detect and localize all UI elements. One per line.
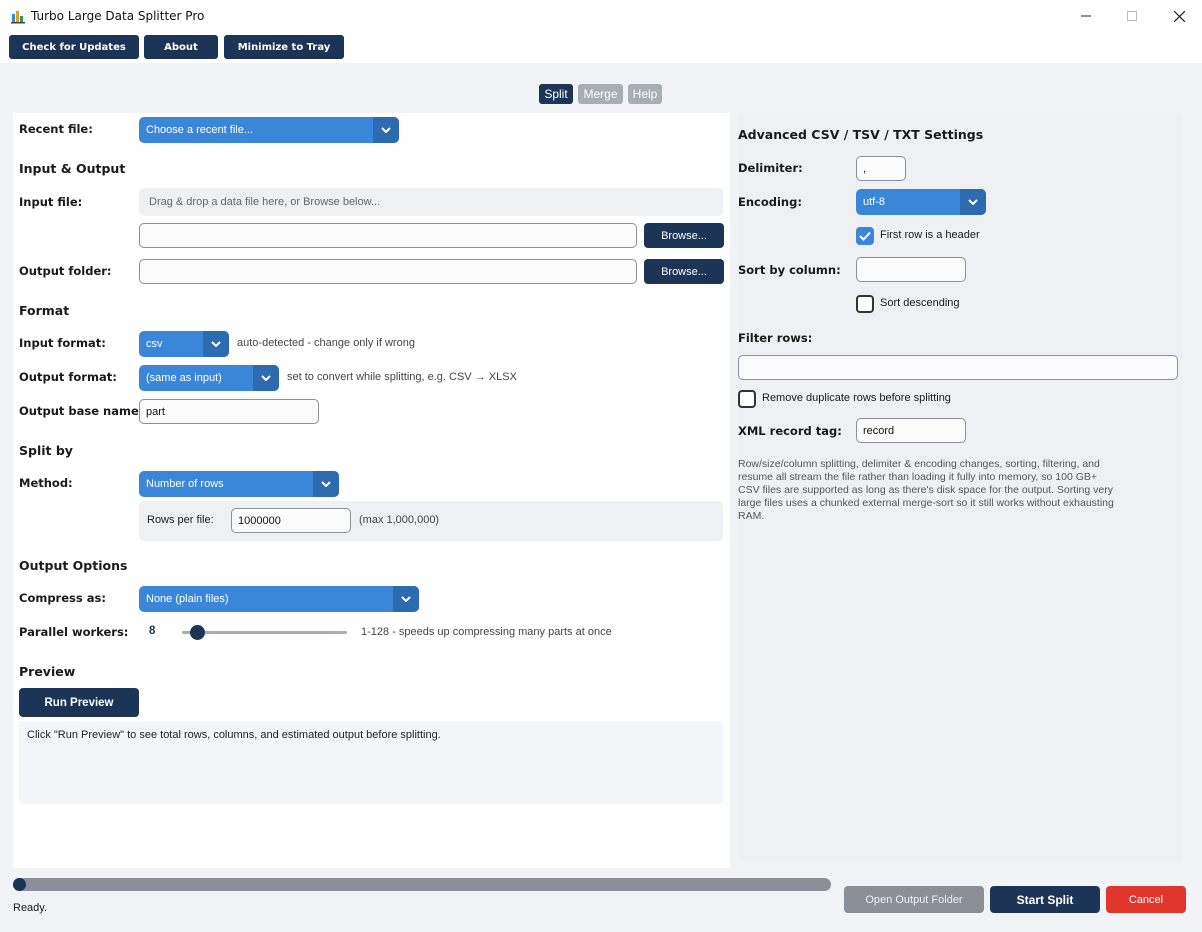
minimize-icon: [1081, 15, 1091, 17]
rows-per-file-label: Rows per file:: [147, 514, 214, 526]
minimize-window-button[interactable]: [1063, 0, 1109, 32]
cancel-button[interactable]: Cancel: [1106, 886, 1186, 913]
recent-file-select[interactable]: Choose a recent file...: [139, 117, 399, 143]
start-split-button[interactable]: Start Split: [990, 886, 1100, 913]
chevron-down-icon: [313, 471, 339, 497]
encoding-select[interactable]: utf-8: [856, 189, 986, 215]
rows-per-file-hint: (max 1,000,000): [359, 514, 440, 526]
progress-bar: [13, 878, 831, 891]
tab-split[interactable]: Split: [539, 84, 573, 104]
split-by-heading: Split by: [19, 443, 73, 458]
compress-value: None (plain files): [146, 593, 229, 605]
compress-label: Compress as:: [19, 591, 106, 605]
filter-rows-field[interactable]: [738, 355, 1178, 380]
browse-output-button[interactable]: Browse...: [644, 259, 724, 284]
advanced-settings-heading: Advanced CSV / TSV / TXT Settings: [738, 127, 984, 142]
delimiter-field[interactable]: ,: [856, 156, 906, 181]
sort-descending-checkbox[interactable]: [856, 295, 874, 313]
parallel-workers-value: 8: [149, 625, 156, 637]
sort-column-label: Sort by column:: [738, 263, 841, 277]
tab-help[interactable]: Help: [628, 84, 662, 104]
output-base-field[interactable]: part: [139, 399, 319, 424]
input-file-field[interactable]: [139, 223, 637, 248]
input-format-value: csv: [146, 338, 163, 350]
progress-indicator: [13, 878, 26, 891]
chevron-down-icon: [960, 189, 986, 215]
close-icon: [1173, 10, 1185, 22]
browse-input-button[interactable]: Browse...: [644, 223, 724, 248]
header-checkbox[interactable]: [856, 227, 874, 245]
sort-descending-label: Sort descending: [880, 297, 960, 309]
checkmark-icon: [859, 231, 871, 241]
open-output-folder-button[interactable]: Open Output Folder: [844, 886, 984, 913]
parallel-workers-hint: 1-128 - speeds up compressing many parts…: [361, 626, 612, 638]
check-updates-button[interactable]: Check for Updates: [9, 35, 139, 59]
run-preview-button[interactable]: Run Preview: [19, 688, 139, 717]
delimiter-label: Delimiter:: [738, 161, 803, 175]
input-file-label: Input file:: [19, 195, 83, 209]
drop-zone[interactable]: Drag & drop a data file here, or Browse …: [139, 188, 723, 216]
output-format-value: (same as input): [146, 372, 222, 384]
format-heading: Format: [19, 303, 70, 318]
chevron-down-icon: [373, 117, 399, 143]
method-label: Method:: [19, 476, 73, 490]
output-base-label: Output base name:: [19, 404, 144, 418]
output-folder-label: Output folder:: [19, 264, 112, 278]
input-format-select[interactable]: csv: [139, 331, 229, 357]
chevron-down-icon: [253, 365, 279, 391]
maximize-icon: [1127, 11, 1137, 21]
dedupe-checkbox[interactable]: [738, 390, 756, 408]
input-output-heading: Input & Output: [19, 161, 126, 176]
tab-merge[interactable]: Merge: [578, 84, 623, 104]
method-value: Number of rows: [146, 478, 224, 490]
dedupe-label: Remove duplicate rows before splitting: [762, 392, 951, 404]
output-options-heading: Output Options: [19, 558, 128, 573]
window-title: Turbo Large Data Splitter Pro: [31, 9, 205, 23]
method-select[interactable]: Number of rows: [139, 471, 339, 497]
advanced-info-text: Row/size/column splitting, delimiter & e…: [738, 458, 1114, 522]
minimize-tray-button[interactable]: Minimize to Tray: [224, 35, 344, 59]
app-logo-icon: [11, 11, 25, 24]
filter-rows-label: Filter rows:: [738, 331, 813, 345]
chevron-down-icon: [393, 586, 419, 612]
close-window-button[interactable]: [1156, 0, 1202, 32]
parallel-workers-label: Parallel workers:: [19, 625, 129, 639]
preview-text: Click "Run Preview" to see total rows, c…: [27, 729, 441, 741]
xml-tag-field[interactable]: record: [856, 418, 966, 443]
input-format-label: Input format:: [19, 336, 106, 350]
preview-heading: Preview: [19, 664, 76, 679]
input-format-hint: auto-detected - change only if wrong: [237, 337, 415, 349]
output-format-label: Output format:: [19, 370, 117, 384]
encoding-label: Encoding:: [738, 195, 802, 209]
encoding-value: utf-8: [863, 196, 886, 208]
recent-file-value: Choose a recent file...: [146, 124, 254, 136]
compress-select[interactable]: None (plain files): [139, 586, 419, 612]
recent-file-label: Recent file:: [19, 122, 93, 136]
output-format-hint: set to convert while splitting, e.g. CSV…: [287, 371, 517, 383]
header-checkbox-label: First row is a header: [880, 229, 980, 241]
chevron-down-icon: [203, 331, 229, 357]
sort-column-field[interactable]: [856, 257, 966, 282]
output-format-select[interactable]: (same as input): [139, 365, 279, 391]
maximize-window-button[interactable]: [1109, 0, 1155, 32]
about-button[interactable]: About: [144, 35, 218, 59]
status-text: Ready.: [13, 902, 48, 914]
parallel-workers-slider[interactable]: [182, 631, 347, 634]
output-folder-field[interactable]: [139, 259, 637, 284]
xml-tag-label: XML record tag:: [738, 424, 842, 438]
rows-per-file-field[interactable]: 1000000: [231, 508, 351, 533]
